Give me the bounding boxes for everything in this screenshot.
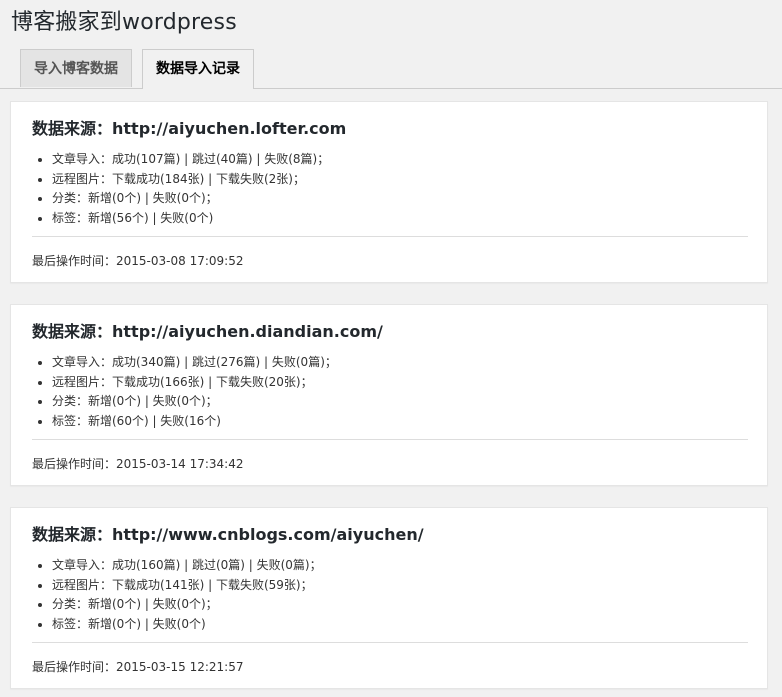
record-card: 数据来源：http://aiyuchen.diandian.com/ 文章导入：… <box>10 304 768 486</box>
list-item: 文章导入：成功(340篇) | 跳过(276篇) | 失败(0篇)； <box>52 353 337 373</box>
record-card: 数据来源：http://www.cnblogs.com/aiyuchen/ 文章… <box>10 507 768 689</box>
record-source-label: 数据来源： <box>32 525 113 544</box>
page-title: 博客搬家到wordpress <box>11 10 237 35</box>
record-source-heading: 数据来源：http://aiyuchen.diandian.com/ <box>32 321 383 343</box>
list-item: 分类：新增(0个) | 失败(0个)； <box>52 392 337 412</box>
record-source-heading: 数据来源：http://aiyuchen.lofter.com <box>32 118 346 140</box>
list-item: 标签：新增(56个) | 失败(0个) <box>52 209 329 229</box>
list-item: 分类：新增(0个) | 失败(0个)； <box>52 189 329 209</box>
divider <box>32 642 748 643</box>
tab-import-blog-data[interactable]: 导入博客数据 <box>20 49 132 87</box>
list-item: 标签：新增(60个) | 失败(16个) <box>52 412 337 432</box>
record-last-time: 最后操作时间：2015-03-14 17:34:42 <box>32 455 243 473</box>
record-time-value: 2015-03-15 12:21:57 <box>116 660 244 674</box>
record-stats-list: 文章导入：成功(107篇) | 跳过(40篇) | 失败(8篇)； 远程图片：下… <box>32 150 329 228</box>
list-item: 文章导入：成功(160篇) | 跳过(0篇) | 失败(0篇)； <box>52 556 322 576</box>
list-item: 文章导入：成功(107篇) | 跳过(40篇) | 失败(8篇)； <box>52 150 329 170</box>
record-last-time: 最后操作时间：2015-03-15 12:21:57 <box>32 658 243 676</box>
record-stats-list: 文章导入：成功(340篇) | 跳过(276篇) | 失败(0篇)； 远程图片：… <box>32 353 337 431</box>
record-source-url: http://aiyuchen.diandian.com/ <box>112 322 383 341</box>
list-item: 远程图片：下载成功(184张) | 下载失败(2张)； <box>52 170 329 190</box>
list-item: 远程图片：下载成功(166张) | 下载失败(20张)； <box>52 373 337 393</box>
record-stats-list: 文章导入：成功(160篇) | 跳过(0篇) | 失败(0篇)； 远程图片：下载… <box>32 556 322 634</box>
record-card: 数据来源：http://aiyuchen.lofter.com 文章导入：成功(… <box>10 101 768 283</box>
divider <box>32 439 748 440</box>
divider <box>32 236 748 237</box>
record-last-time: 最后操作时间：2015-03-08 17:09:52 <box>32 252 243 270</box>
page-wrap: 博客搬家到wordpress 导入博客数据 数据导入记录 数据来源：http:/… <box>0 0 782 697</box>
record-time-label: 最后操作时间： <box>32 660 117 674</box>
record-source-url: http://www.cnblogs.com/aiyuchen/ <box>112 525 424 544</box>
record-source-label: 数据来源： <box>32 119 113 138</box>
record-source-heading: 数据来源：http://www.cnblogs.com/aiyuchen/ <box>32 524 424 546</box>
record-time-label: 最后操作时间： <box>32 254 117 268</box>
list-item: 分类：新增(0个) | 失败(0个)； <box>52 595 322 615</box>
nav-tabs: 导入博客数据 数据导入记录 <box>0 49 782 89</box>
record-time-value: 2015-03-14 17:34:42 <box>116 457 244 471</box>
record-source-url: http://aiyuchen.lofter.com <box>112 119 347 138</box>
record-time-label: 最后操作时间： <box>32 457 117 471</box>
record-source-label: 数据来源： <box>32 322 113 341</box>
list-item: 标签：新增(0个) | 失败(0个) <box>52 615 322 635</box>
record-time-value: 2015-03-08 17:09:52 <box>116 254 244 268</box>
list-item: 远程图片：下载成功(141张) | 下载失败(59张)； <box>52 576 322 596</box>
tab-import-records[interactable]: 数据导入记录 <box>142 49 254 89</box>
